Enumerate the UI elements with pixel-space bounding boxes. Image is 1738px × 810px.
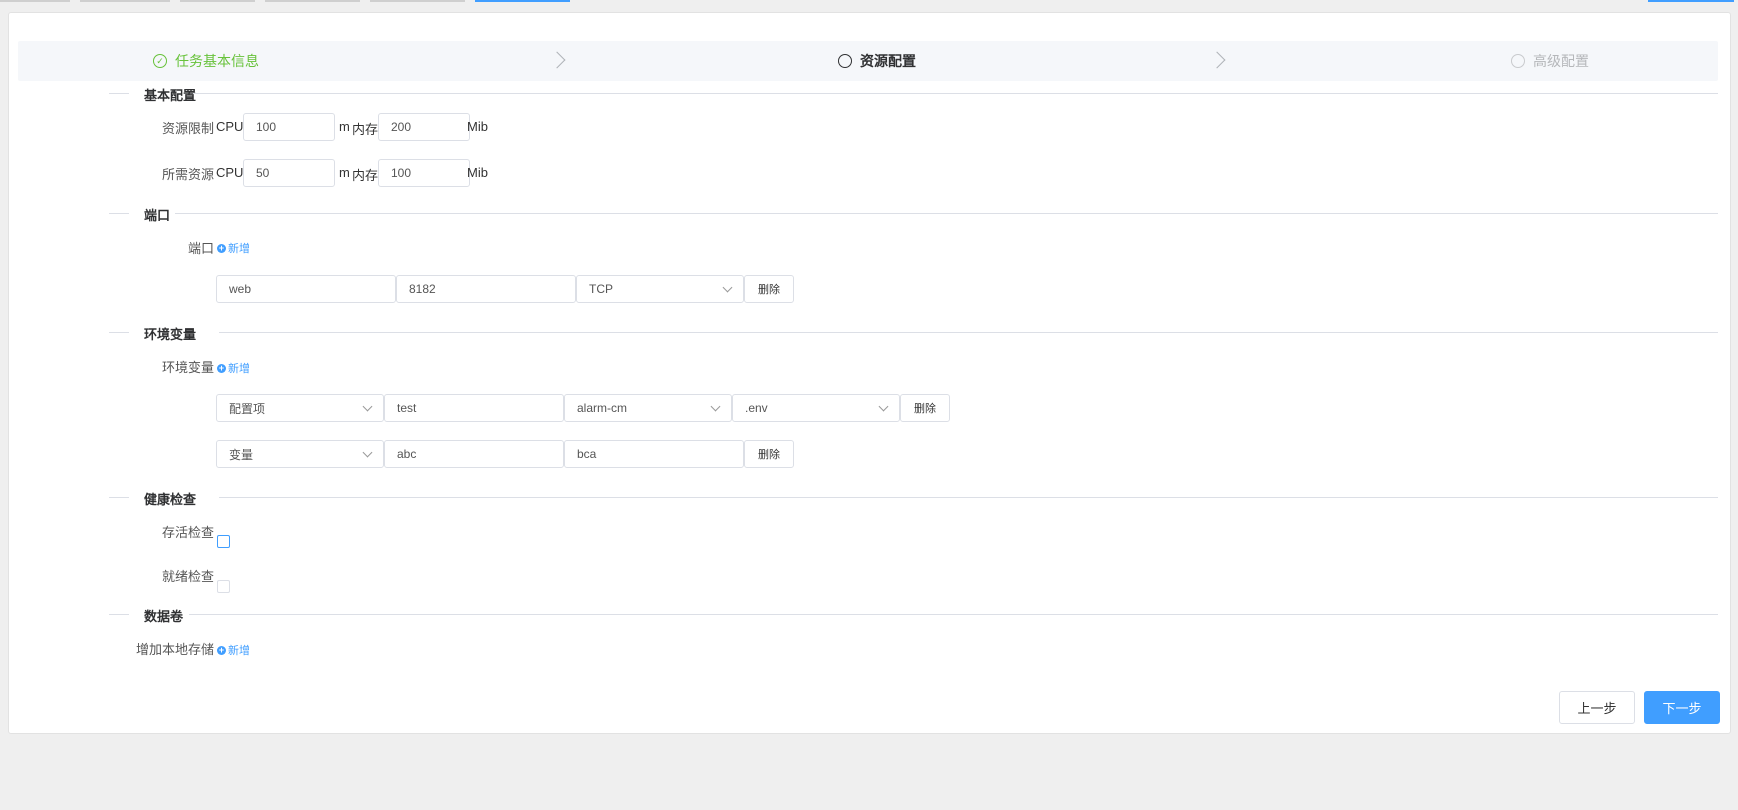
resource-request-label: 所需资源 bbox=[161, 167, 214, 182]
select-value: 变量 bbox=[229, 447, 254, 462]
add-label: 新增 bbox=[228, 243, 250, 255]
request-cpu-input[interactable]: 50 bbox=[243, 159, 335, 187]
circle-icon bbox=[838, 54, 852, 68]
tab-stub[interactable] bbox=[370, 0, 465, 2]
readiness-label: 就绪检查 bbox=[161, 569, 214, 584]
section-title: 数据卷 bbox=[144, 606, 184, 625]
limit-mem-input[interactable]: 200 bbox=[378, 113, 470, 141]
steps-bar: ✓ 任务基本信息 资源配置 高级配置 bbox=[18, 41, 1718, 81]
divider bbox=[109, 497, 129, 498]
tab-stub[interactable] bbox=[80, 0, 170, 2]
step-advanced-config: 高级配置 bbox=[1511, 41, 1589, 81]
env-name-input[interactable]: test bbox=[384, 394, 564, 422]
step-resource-config: 资源配置 bbox=[838, 41, 916, 81]
resource-limit-label: 资源限制 bbox=[161, 121, 214, 136]
select-value: .env bbox=[745, 401, 768, 415]
chevron-down-icon bbox=[362, 447, 373, 458]
env-value-input[interactable]: bca bbox=[564, 440, 744, 468]
add-label: 新增 bbox=[228, 363, 250, 375]
divider bbox=[219, 497, 1718, 498]
tab-stub[interactable] bbox=[180, 0, 255, 2]
chevron-down-icon bbox=[722, 282, 733, 293]
protocol-select[interactable]: TCP bbox=[576, 275, 744, 303]
port-number-input[interactable]: 8182 bbox=[396, 275, 576, 303]
divider bbox=[175, 213, 1718, 214]
divider bbox=[109, 93, 129, 94]
configmap-select[interactable]: alarm-cm bbox=[564, 394, 732, 422]
plus-circle-icon: + bbox=[217, 242, 226, 253]
request-mem-input[interactable]: 100 bbox=[378, 159, 470, 187]
tab-stub[interactable] bbox=[0, 0, 70, 2]
add-env-link[interactable]: + 新增 bbox=[217, 360, 250, 376]
check-circle-icon: ✓ bbox=[153, 54, 167, 68]
configmap-key-select[interactable]: .env bbox=[732, 394, 900, 422]
step-label: 任务基本信息 bbox=[175, 53, 259, 69]
mem-unit: Mib bbox=[467, 119, 488, 134]
next-step-button[interactable]: 下一步 bbox=[1644, 691, 1720, 724]
tab-stub-active[interactable] bbox=[1648, 0, 1734, 2]
section-env: 环境变量 bbox=[109, 322, 1718, 343]
env-type-select[interactable]: 配置项 bbox=[216, 394, 384, 422]
add-volume-link[interactable]: + 新增 bbox=[217, 642, 250, 658]
divider bbox=[109, 332, 129, 333]
mem-prefix: 内存 bbox=[352, 168, 379, 183]
liveness-checkbox[interactable] bbox=[217, 535, 230, 548]
section-health: 健康检查 bbox=[109, 487, 1718, 508]
chevron-right-icon bbox=[548, 51, 566, 69]
step-basic-info: ✓ 任务基本信息 bbox=[153, 41, 259, 81]
delete-env-button[interactable]: 删除 bbox=[900, 394, 950, 422]
section-title: 环境变量 bbox=[144, 324, 197, 343]
select-value: TCP bbox=[589, 282, 613, 296]
local-storage-label: 增加本地存储 bbox=[135, 642, 214, 657]
tab-stub-active[interactable] bbox=[475, 0, 570, 2]
form-card: ✓ 任务基本信息 资源配置 高级配置 基本配置 资源限制 CPU 100 m 内… bbox=[8, 12, 1731, 734]
port-label: 端口 bbox=[187, 241, 214, 256]
delete-port-button[interactable]: 删除 bbox=[744, 275, 794, 303]
divider bbox=[109, 213, 129, 214]
delete-env-button[interactable]: 删除 bbox=[744, 440, 794, 468]
chevron-right-icon bbox=[1208, 51, 1226, 69]
section-title: 基本配置 bbox=[144, 85, 197, 104]
select-value: 配置项 bbox=[229, 401, 266, 416]
add-port-link[interactable]: + 新增 bbox=[217, 240, 250, 256]
section-basic: 基本配置 bbox=[109, 83, 1718, 104]
cpu-prefix: CPU bbox=[216, 119, 244, 134]
divider bbox=[219, 332, 1718, 333]
mem-unit: Mib bbox=[467, 165, 488, 180]
prev-step-button[interactable]: 上一步 bbox=[1559, 691, 1635, 724]
readiness-checkbox[interactable] bbox=[217, 580, 230, 593]
step-label: 高级配置 bbox=[1533, 53, 1589, 69]
cpu-unit: m bbox=[339, 165, 350, 180]
select-value: alarm-cm bbox=[577, 401, 627, 415]
limit-cpu-input[interactable]: 100 bbox=[243, 113, 335, 141]
add-label: 新增 bbox=[228, 645, 250, 657]
plus-circle-icon: + bbox=[217, 644, 226, 655]
liveness-label: 存活检查 bbox=[161, 525, 214, 540]
circle-icon bbox=[1511, 54, 1525, 68]
section-title: 端口 bbox=[144, 205, 171, 224]
step-label: 资源配置 bbox=[860, 53, 916, 69]
section-port: 端口 bbox=[109, 203, 1718, 224]
tab-stub[interactable] bbox=[265, 0, 360, 2]
mem-prefix: 内存 bbox=[352, 122, 379, 137]
top-tab-strip bbox=[0, 0, 1738, 4]
chevron-down-icon bbox=[878, 401, 889, 412]
env-type-select[interactable]: 变量 bbox=[216, 440, 384, 468]
divider bbox=[193, 93, 1718, 94]
env-label: 环境变量 bbox=[161, 360, 214, 375]
cpu-prefix: CPU bbox=[216, 165, 244, 180]
divider bbox=[109, 614, 129, 615]
env-name-input[interactable]: abc bbox=[384, 440, 564, 468]
divider bbox=[189, 614, 1718, 615]
section-title: 健康检查 bbox=[144, 489, 197, 508]
plus-circle-icon: + bbox=[217, 362, 226, 373]
section-volume: 数据卷 bbox=[109, 604, 1718, 625]
cpu-unit: m bbox=[339, 119, 350, 134]
chevron-down-icon bbox=[710, 401, 721, 412]
chevron-down-icon bbox=[362, 401, 373, 412]
port-name-input[interactable]: web bbox=[216, 275, 396, 303]
